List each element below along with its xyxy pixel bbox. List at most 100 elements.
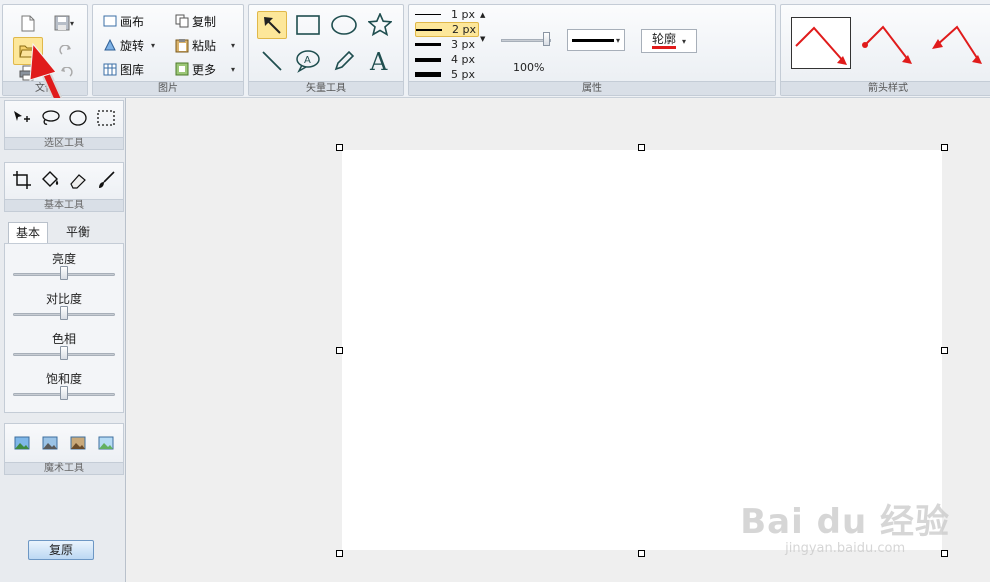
lasso-tool[interactable] (39, 107, 61, 129)
more-icon (175, 62, 189, 76)
brightness-slider-thumb[interactable] (60, 266, 68, 280)
adjust-panel: 亮度 对比度 色相 饱和度 (4, 243, 124, 413)
paste-label: 粘贴 (192, 38, 217, 53)
outline-dropdown[interactable]: 轮廓 ▾ (641, 29, 697, 53)
arrow-tool-button[interactable] (257, 11, 287, 39)
basic-tools-label: 基本工具 (5, 199, 123, 211)
reset-button[interactable]: 复原 (28, 540, 94, 560)
arrow-style-preview (795, 26, 847, 65)
line-width-scroll-up[interactable]: ▲ (480, 11, 485, 19)
basic-tools-panel: 基本工具 (4, 162, 124, 212)
saturation-control: 饱和度 (5, 366, 123, 406)
copy-button[interactable]: 复制 (175, 11, 216, 31)
contrast-slider-thumb[interactable] (60, 306, 68, 320)
paste-dropdown-icon[interactable]: ▾ (231, 41, 235, 50)
image-canvas[interactable] (342, 150, 942, 550)
resize-handle-top-right[interactable] (941, 144, 948, 151)
line-icon (262, 51, 282, 71)
ellipse-select-icon (69, 110, 87, 126)
paste-button[interactable]: 粘贴 ▾ (175, 35, 235, 55)
ellipse-icon (331, 15, 357, 35)
line-sample (415, 14, 441, 15)
resize-handle-right[interactable] (941, 347, 948, 354)
canvas-workspace[interactable]: Bai du 经验 jingyan.baidu.com (127, 99, 990, 582)
crop-icon (13, 171, 31, 189)
opacity-thumb[interactable] (543, 32, 550, 46)
rotate-button[interactable]: 旋转 ▾ (103, 35, 155, 55)
fill-tool[interactable] (39, 169, 61, 191)
line-width-option-5[interactable]: 5 px (415, 67, 479, 82)
saturation-slider-thumb[interactable] (60, 386, 68, 400)
arrow-style-option-2[interactable] (859, 17, 919, 69)
arrow-style-option-3[interactable] (927, 17, 987, 69)
hue-label: 色相 (51, 332, 76, 346)
text-tool-button[interactable]: A (365, 47, 395, 75)
hue-slider-thumb[interactable] (60, 346, 68, 360)
tab-balance[interactable]: 平衡 (58, 222, 98, 244)
line-width-option-3[interactable]: 3 px (415, 37, 479, 52)
tab-basic[interactable]: 基本 (8, 222, 48, 244)
landscape-picture-icon (42, 436, 58, 450)
lasso-icon (42, 110, 60, 125)
brush-tool[interactable] (95, 169, 117, 191)
magic-tools-panel: 魔术工具 (4, 423, 124, 475)
magic-effect-2[interactable] (39, 432, 61, 454)
line-style-dropdown-icon: ▾ (616, 35, 621, 45)
line-width-label: 1 px (451, 8, 475, 21)
line-width-option-4[interactable]: 4 px (415, 52, 479, 67)
eraser-tool[interactable] (67, 169, 89, 191)
brush-icon (99, 171, 115, 188)
crop-tool[interactable] (11, 169, 33, 191)
line-tool-button[interactable] (257, 47, 287, 75)
ellipse-select-tool[interactable] (67, 107, 89, 129)
magic-tools-label: 魔术工具 (5, 462, 123, 474)
image-group: 画布 复制 旋转 ▾ 粘贴 ▾ 图库 更多 ▾ 图片 (92, 4, 244, 96)
resize-handle-top[interactable] (638, 144, 645, 151)
resize-handle-bottom-left[interactable] (336, 550, 343, 557)
star-tool-button[interactable] (365, 11, 395, 39)
svg-text:A: A (369, 49, 388, 73)
image-group-label: 图片 (93, 81, 243, 95)
vector-tools-group: A A 矢量工具 (248, 4, 404, 96)
line-style-dropdown[interactable]: ▾ (567, 29, 625, 51)
ellipse-tool-button[interactable] (329, 11, 359, 39)
saturation-label: 饱和度 (45, 372, 82, 386)
arrow-style-option-1[interactable] (791, 17, 851, 69)
magic-effect-1[interactable] (11, 432, 33, 454)
resize-handle-top-left[interactable] (336, 144, 343, 151)
properties-group: 1 px 2 px 3 px 4 px 5 px ▲ ▼ 100% ▾ 轮廓 ▾… (408, 4, 776, 96)
magic-effect-4[interactable] (95, 432, 117, 454)
resize-handle-bottom[interactable] (638, 550, 645, 557)
star-icon (368, 13, 392, 37)
opacity-value: 100% (513, 61, 545, 74)
rotate-dropdown-icon[interactable]: ▾ (151, 41, 155, 50)
callout-tool-button[interactable]: A (293, 47, 323, 75)
contrast-control: 对比度 (5, 286, 123, 326)
line-sample (415, 43, 441, 46)
selection-tools-label: 选区工具 (5, 137, 123, 149)
vector-group-label: 矢量工具 (249, 81, 403, 95)
line-width-scroll-down[interactable]: ▼ (480, 35, 485, 43)
brightness-control: 亮度 (5, 246, 123, 286)
watermark: Bai du 经验 jingyan.baidu.com (740, 494, 950, 556)
arrow-line-icon (264, 17, 281, 34)
line-width-option-2[interactable]: 2 px (415, 22, 479, 37)
rect-select-tool[interactable] (95, 107, 117, 129)
line-width-label: 4 px (451, 53, 475, 66)
arrow-styles-group: 箭头样式 (780, 4, 990, 96)
selection-tools-panel: 选区工具 (4, 100, 124, 150)
hue-control: 色相 (5, 326, 123, 366)
rectangle-tool-button[interactable] (293, 11, 323, 39)
opacity-slider[interactable] (501, 32, 551, 46)
landscape-picture-icon (98, 436, 114, 450)
magic-effect-3[interactable] (67, 432, 89, 454)
line-width-option-1[interactable]: 1 px (415, 7, 479, 22)
text-a-icon: A (369, 49, 388, 73)
watermark-url: jingyan.baidu.com (785, 541, 906, 556)
more-dropdown-icon[interactable]: ▾ (231, 65, 235, 74)
move-select-tool[interactable] (11, 107, 33, 129)
resize-handle-left[interactable] (336, 347, 343, 354)
outline-dropdown-icon: ▾ (682, 36, 687, 46)
more-button[interactable]: 更多 ▾ (175, 59, 235, 79)
pencil-tool-button[interactable] (329, 47, 359, 75)
